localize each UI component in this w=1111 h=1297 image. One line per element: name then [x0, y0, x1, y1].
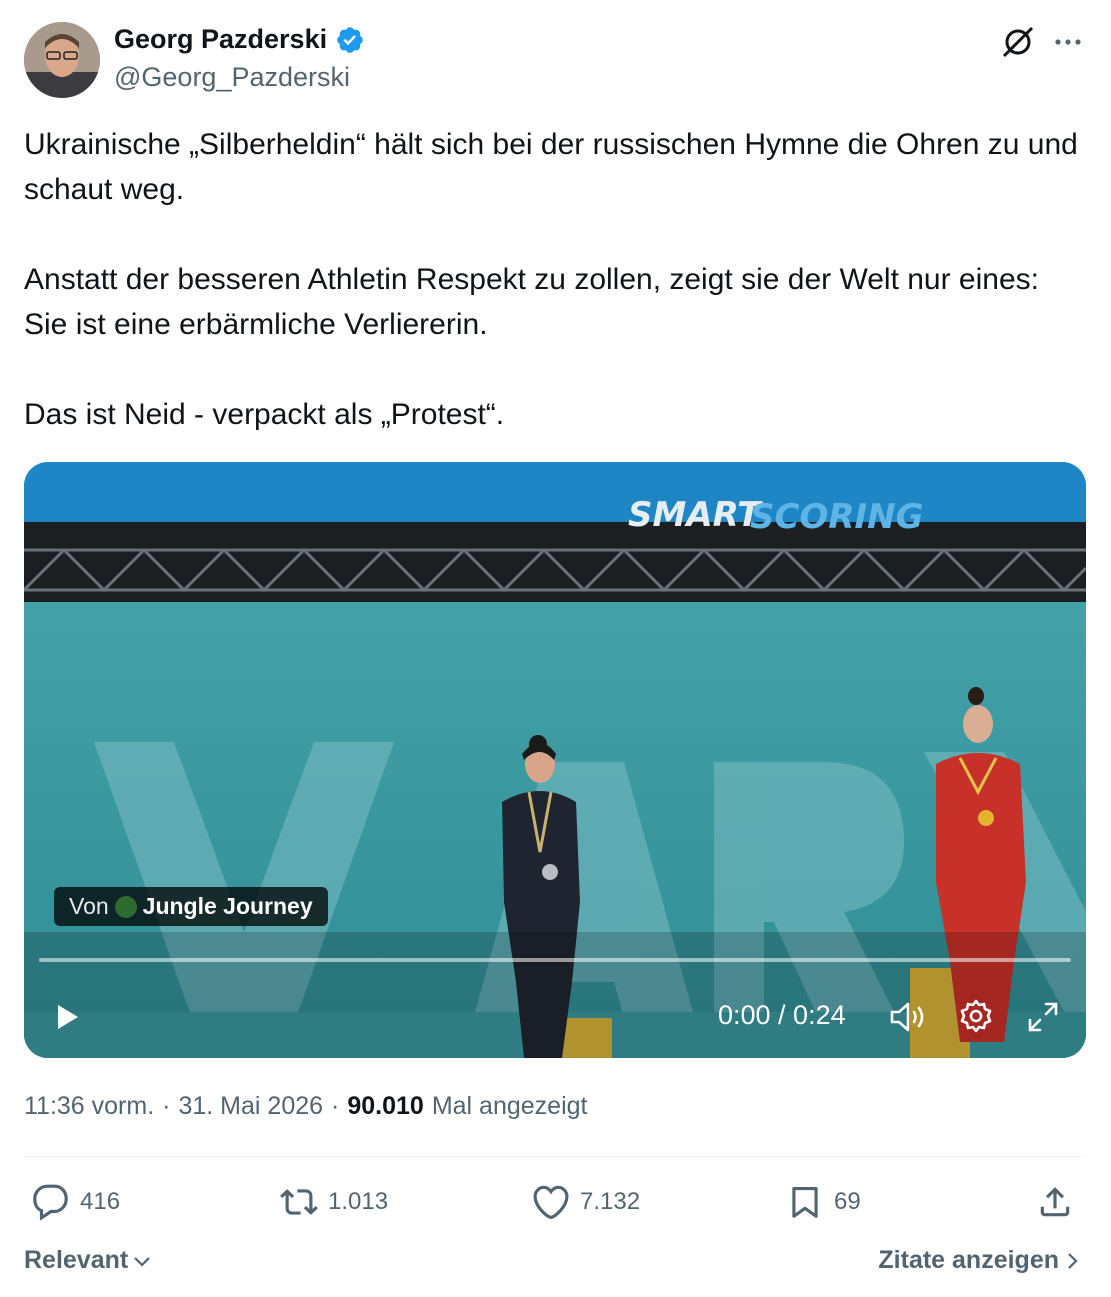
like-button[interactable]: 7.132 [532, 1180, 640, 1224]
bookmark-count: 69 [834, 1188, 861, 1215]
video-player[interactable]: SMART SCORING Von Jungle Journey 0:00 / … [24, 462, 1086, 1058]
reply-icon [33, 1184, 68, 1221]
fullscreen-icon[interactable] [1026, 1000, 1060, 1034]
banner-scoring-text: SCORING [750, 497, 924, 537]
play-icon[interactable] [52, 1002, 82, 1032]
like-count: 7.132 [580, 1188, 641, 1215]
video-frame: SMART SCORING [24, 462, 1086, 1058]
more-icon[interactable] [1052, 28, 1084, 56]
sort-dropdown[interactable]: Relevant [24, 1246, 152, 1275]
tweet-paragraph: Ukrainische „Silberheldin“ hält sich bei… [24, 128, 1078, 206]
banner-smart-text: SMART [628, 495, 763, 535]
source-name[interactable]: Jungle Journey [143, 893, 313, 920]
quotes-label: Zitate anzeigen [878, 1246, 1059, 1274]
author-name-text[interactable]: Georg Pazderski [114, 24, 327, 55]
share-icon [1040, 1187, 1070, 1217]
source-avatar-icon [114, 895, 137, 918]
meta-separator: · [162, 1092, 171, 1120]
view-quotes-link[interactable]: Zitate anzeigen [878, 1246, 1081, 1275]
tweet-meta: 11:36 vorm. · 31. Mai 2026 · 90.010 Mal … [24, 1092, 587, 1121]
share-button[interactable] [1036, 1180, 1074, 1224]
tweet-time[interactable]: 11:36 vorm. [24, 1092, 154, 1121]
views-count: 90.010 [347, 1092, 424, 1120]
views-label: Mal angezeigt [431, 1092, 588, 1120]
volume-icon[interactable] [888, 1000, 928, 1034]
author-name[interactable]: Georg Pazderski [114, 24, 365, 55]
source-prefix: Von [69, 893, 109, 919]
retweet-icon [280, 1189, 318, 1215]
reply-count: 416 [80, 1188, 121, 1215]
retweet-count: 1.013 [328, 1188, 389, 1215]
tweet-date[interactable]: 31. Mai 2026 [178, 1092, 323, 1121]
meta-separator: · [331, 1092, 340, 1120]
retweet-button[interactable]: 1.013 [280, 1180, 388, 1224]
chevron-right-icon [1068, 1252, 1078, 1269]
bookmark-button[interactable]: 69 [786, 1180, 861, 1224]
tweet-text: Ukrainische „Silberheldin“ hält sich bei… [24, 122, 1090, 437]
author-avatar[interactable] [24, 22, 100, 98]
tweet-paragraph: Anstatt der besseren Athletin Respekt zu… [24, 263, 1039, 341]
video-time: 0:00 / 0:24 [718, 1000, 846, 1030]
chevron-down-icon [134, 1256, 150, 1267]
bookmark-icon [792, 1186, 818, 1218]
like-icon [533, 1185, 569, 1219]
tweet-paragraph: Das ist Neid - verpackt als „Protest“. [24, 398, 505, 431]
author-handle[interactable]: @Georg_Pazderski [114, 62, 350, 93]
verified-badge-icon [337, 26, 363, 53]
video-source-badge[interactable]: Von Jungle Journey [54, 887, 328, 926]
divider [24, 1156, 1086, 1157]
reply-button[interactable]: 416 [32, 1180, 120, 1224]
video-progress-bar[interactable] [39, 958, 1071, 962]
grok-icon[interactable] [1000, 24, 1036, 60]
settings-icon[interactable] [958, 998, 994, 1034]
sort-label: Relevant [24, 1246, 129, 1274]
